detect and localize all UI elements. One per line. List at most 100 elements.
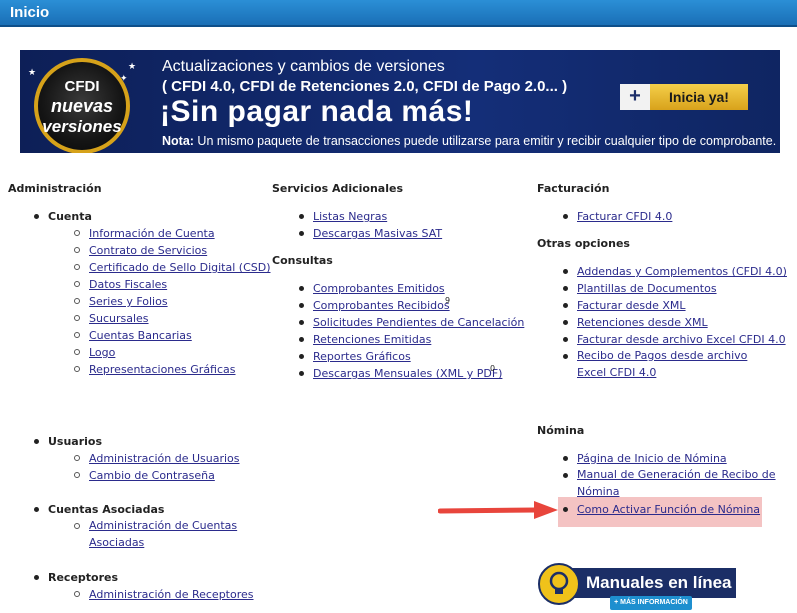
circle-bullet-icon xyxy=(74,366,80,372)
promo-banner[interactable]: CFDI nuevas versiones ★ ★ ✦ Actualizacio… xyxy=(20,50,780,153)
circle-bullet-icon xyxy=(74,591,80,597)
link-comprobantes-emitidos[interactable]: Comprobantes Emitidos xyxy=(313,282,445,295)
banner-line1: Actualizaciones y cambios de versiones xyxy=(162,58,445,75)
link-solicitudes-cancelacion[interactable]: Solicitudes Pendientes de Cancelación xyxy=(313,316,524,329)
bullet-icon xyxy=(563,507,568,512)
inicia-ya-button[interactable]: + Inicia ya! xyxy=(620,84,748,110)
star-icon: ★ xyxy=(128,62,137,72)
link-logo[interactable]: Logo xyxy=(89,346,115,359)
note-text: Un mismo paquete de transacciones puede … xyxy=(193,134,777,148)
bullet-icon xyxy=(299,354,304,359)
circle-bullet-icon xyxy=(74,455,80,461)
note-label: Nota: xyxy=(162,134,194,148)
link-activar-funcion-nomina[interactable]: Como Activar Función de Nómina xyxy=(577,503,760,516)
link-manual-recibo-nomina[interactable]: Manual de Generación de Recibo de Nómina xyxy=(577,466,777,500)
star-icon: ★ xyxy=(28,68,37,78)
circle-bullet-icon xyxy=(74,247,80,253)
link-informacion-cuenta[interactable]: Información de Cuenta xyxy=(89,227,215,240)
link-administracion-receptores[interactable]: Administración de Receptores xyxy=(89,588,254,601)
bullet-icon xyxy=(34,214,39,219)
bullet-icon xyxy=(563,337,568,342)
inicia-ya-label: Inicia ya! xyxy=(650,84,748,110)
link-datos-fiscales[interactable]: Datos Fiscales xyxy=(89,278,167,291)
link-cuentas-bancarias[interactable]: Cuentas Bancarias xyxy=(89,329,192,342)
administracion-title: Administración xyxy=(8,182,102,195)
bullet-icon xyxy=(34,507,39,512)
servicios-title: Servicios Adicionales xyxy=(272,182,404,195)
banner-note: Nota: Un mismo paquete de transacciones … xyxy=(162,134,776,148)
circle-bullet-icon xyxy=(74,523,80,529)
star-icon: ✦ xyxy=(120,74,128,84)
bullet-icon xyxy=(563,303,568,308)
seal-line1: CFDI xyxy=(64,78,100,95)
circle-bullet-icon xyxy=(74,315,80,321)
bullet-icon xyxy=(563,286,568,291)
link-facturar-xml[interactable]: Facturar desde XML xyxy=(577,299,686,312)
bullet-icon xyxy=(563,456,568,461)
link-comprobantes-recibidos[interactable]: Comprobantes Recibidos xyxy=(313,299,450,312)
mas-informacion-button[interactable]: + MÁS INFORMACIÓN xyxy=(610,596,692,610)
header-bar: Inicio xyxy=(0,0,797,27)
consultas-title: Consultas xyxy=(272,254,333,267)
link-administracion-cuentas-asociadas[interactable]: Administración de Cuentas Asociadas xyxy=(89,517,239,551)
bullet-icon xyxy=(34,439,39,444)
circle-bullet-icon xyxy=(74,349,80,355)
bullet-icon xyxy=(34,575,39,580)
link-sucursales[interactable]: Sucursales xyxy=(89,312,149,325)
manuales-label: Manuales en línea xyxy=(568,568,736,598)
receptores-title: Receptores xyxy=(48,571,119,584)
recibidos-count: 9 xyxy=(445,296,451,305)
link-listas-negras[interactable]: Listas Negras xyxy=(313,210,387,223)
bullet-icon xyxy=(299,303,304,308)
link-administracion-usuarios[interactable]: Administración de Usuarios xyxy=(89,452,240,465)
seal-line2: nuevas xyxy=(50,96,114,116)
bullet-icon xyxy=(563,320,568,325)
link-facturar-excel[interactable]: Facturar desde archivo Excel CFDI 4.0 xyxy=(577,333,786,346)
banner-headline: ¡Sin pagar nada más! xyxy=(160,95,474,128)
bullet-icon xyxy=(563,269,568,274)
bullet-icon xyxy=(299,337,304,342)
link-retenciones-emitidas[interactable]: Retenciones Emitidas xyxy=(313,333,431,346)
cuenta-title: Cuenta xyxy=(48,210,92,223)
link-pagina-inicio-nomina[interactable]: Página de Inicio de Nómina xyxy=(577,452,727,465)
circle-bullet-icon xyxy=(74,298,80,304)
link-certificado-sello[interactable]: Certificado de Sello Digital (CSD) xyxy=(89,261,271,274)
otras-opciones-title: Otras opciones xyxy=(537,237,630,250)
bullet-icon xyxy=(563,214,568,219)
link-representaciones-graficas[interactable]: Representaciones Gráficas xyxy=(89,363,236,376)
link-descargas-mensuales[interactable]: Descargas Mensuales (XML y PDF) xyxy=(313,367,502,380)
cuentas-asociadas-title: Cuentas Asociadas xyxy=(48,503,165,516)
bullet-icon xyxy=(299,371,304,376)
link-contrato-servicios[interactable]: Contrato de Servicios xyxy=(89,244,207,257)
bullet-icon xyxy=(299,214,304,219)
link-series-folios[interactable]: Series y Folios xyxy=(89,295,168,308)
link-descargas-masivas[interactable]: Descargas Masivas SAT xyxy=(313,227,442,240)
cfdi-seal: CFDI nuevas versiones xyxy=(34,58,130,153)
circle-bullet-icon xyxy=(74,281,80,287)
bullet-icon xyxy=(299,286,304,291)
bullet-icon xyxy=(563,473,568,478)
seal-line3: versiones xyxy=(42,117,122,136)
link-recibo-pagos-excel[interactable]: Recibo de Pagos desde archivo Excel CFDI… xyxy=(577,347,777,381)
bullet-icon xyxy=(563,354,568,359)
circle-bullet-icon xyxy=(74,264,80,270)
manuales-en-linea-button[interactable]: Manuales en línea + MÁS INFORMACIÓN xyxy=(538,563,738,611)
facturacion-title: Facturación xyxy=(537,182,610,195)
descargas-count: 0 xyxy=(490,364,496,373)
link-retenciones-xml[interactable]: Retenciones desde XML xyxy=(577,316,708,329)
bullet-icon xyxy=(299,320,304,325)
circle-bullet-icon xyxy=(74,332,80,338)
lightbulb-icon xyxy=(538,563,580,605)
plus-icon: + xyxy=(620,84,650,110)
link-addendas-complementos[interactable]: Addendas y Complementos (CFDI 4.0) xyxy=(577,265,787,278)
link-plantillas-documentos[interactable]: Plantillas de Documentos xyxy=(577,282,717,295)
circle-bullet-icon xyxy=(74,472,80,478)
circle-bullet-icon xyxy=(74,230,80,236)
red-arrow-icon xyxy=(438,501,558,519)
link-reportes-graficos[interactable]: Reportes Gráficos xyxy=(313,350,411,363)
link-cambio-contrasena[interactable]: Cambio de Contraseña xyxy=(89,469,215,482)
usuarios-title: Usuarios xyxy=(48,435,103,448)
nomina-title: Nómina xyxy=(537,424,585,437)
banner-line2: ( CFDI 4.0, CFDI de Retenciones 2.0, CFD… xyxy=(162,78,568,95)
link-facturar-cfdi[interactable]: Facturar CFDI 4.0 xyxy=(577,210,672,223)
